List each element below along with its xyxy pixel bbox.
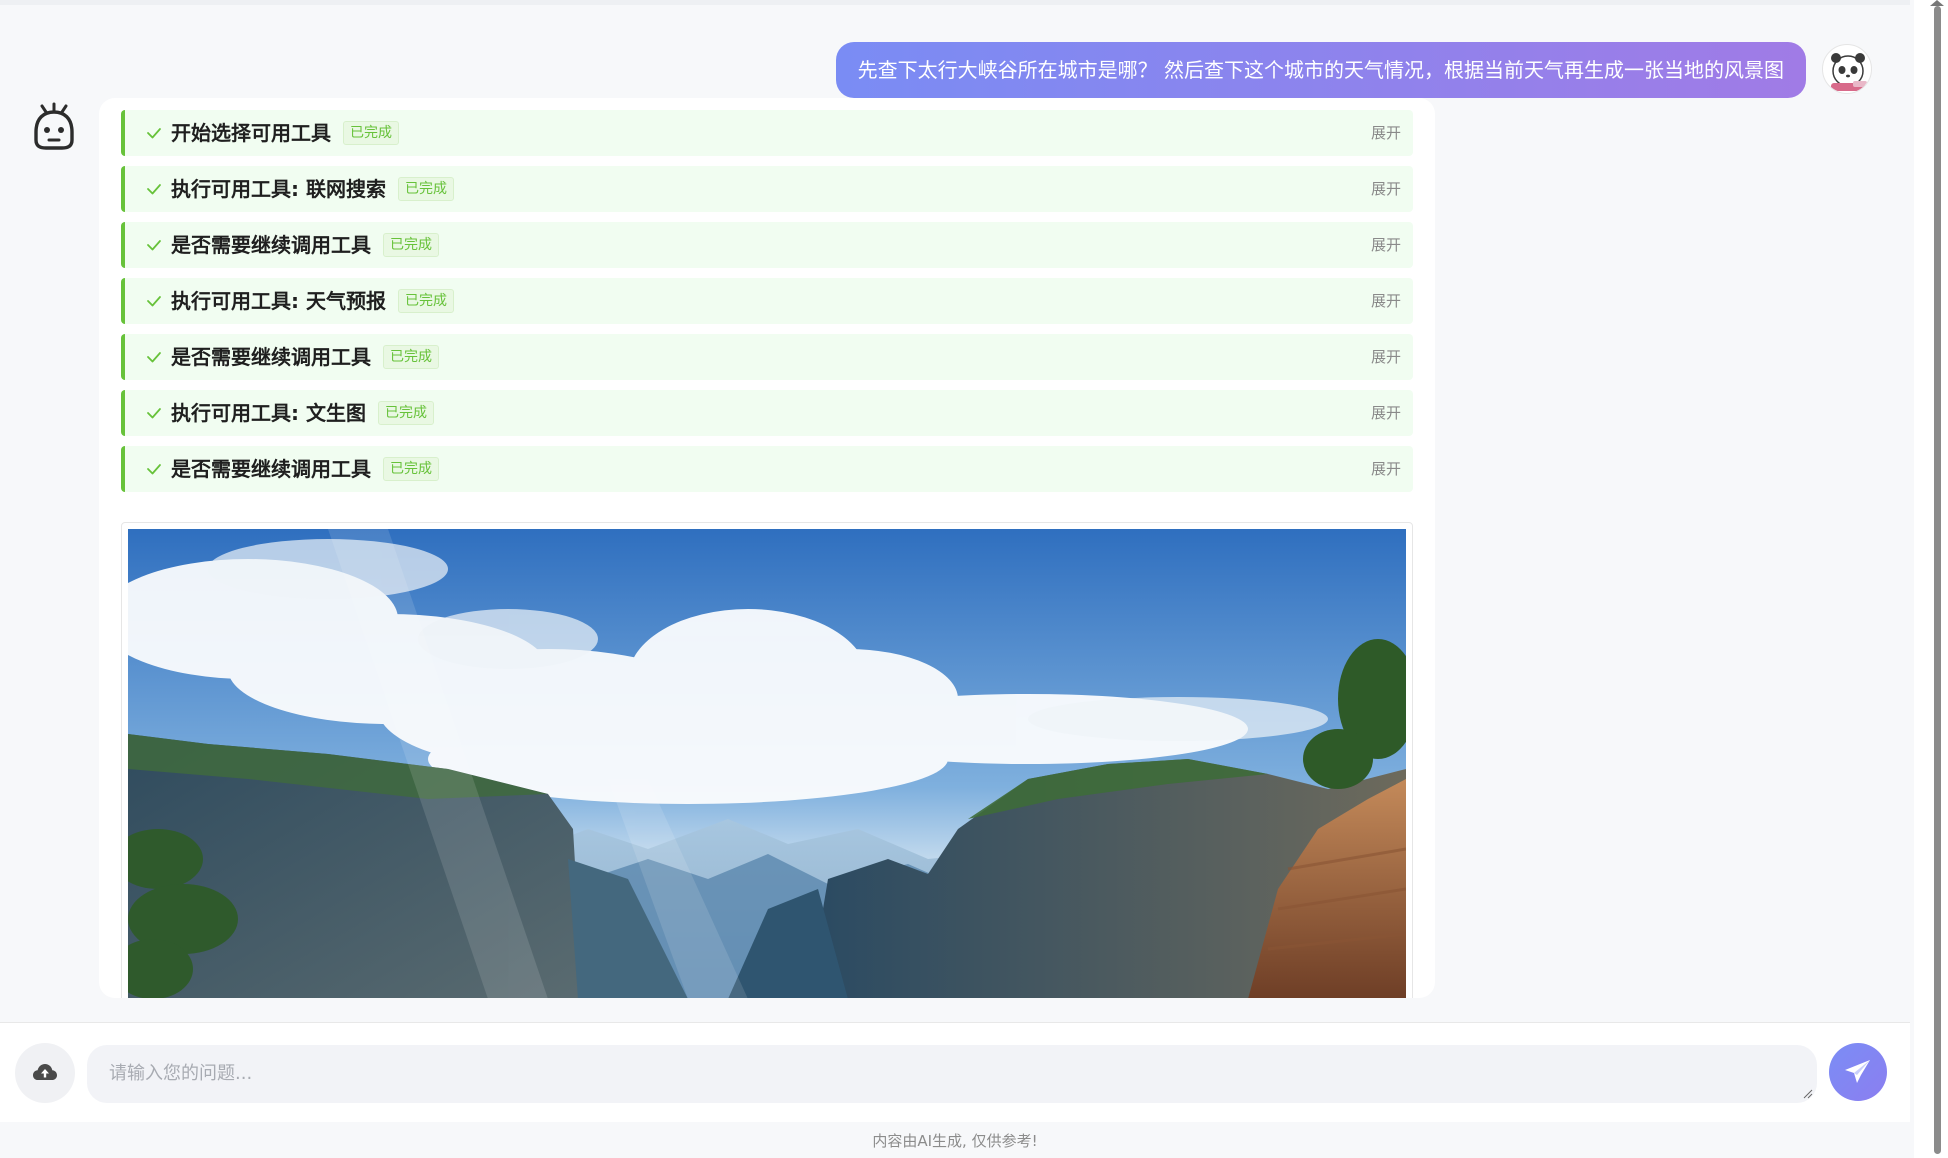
step-title-text: 是否需要继续调用工具 <box>171 457 371 481</box>
status-badge: 已完成 <box>397 288 454 313</box>
top-border <box>0 0 1910 5</box>
tool-steps-list: 开始选择可用工具 已完成 展开 执行可用工具: 联网搜索 已完成 展开 是否需要继续… <box>121 110 1413 502</box>
step-title: 是否需要继续调用工具 已完成 <box>171 222 439 268</box>
status-badge: 已完成 <box>343 120 399 145</box>
check-icon <box>147 240 161 251</box>
step-title-text: 执行可用工具: 文生图 <box>171 401 366 425</box>
check-icon <box>147 464 161 475</box>
chat-page: 先查下太行大峡谷所在城市是哪？ 然后查下这个城市的天气情况，根据当前天气再生成一… <box>0 0 1910 1158</box>
generated-landscape-image[interactable] <box>128 529 1406 998</box>
step-item[interactable]: 执行可用工具: 文生图 已完成 展开 <box>121 390 1413 436</box>
user-message-row: 先查下太行大峡谷所在城市是哪？ 然后查下这个城市的天气情况，根据当前天气再生成一… <box>0 38 1910 100</box>
expand-button[interactable]: 展开 <box>1371 222 1401 268</box>
generated-image-frame <box>121 522 1413 998</box>
status-badge: 已完成 <box>383 456 439 481</box>
footer-disclaimer: 内容由AI生成, 仅供参考! <box>872 1132 1038 1150</box>
user-message-bubble: 先查下太行大峡谷所在城市是哪？ 然后查下这个城市的天气情况，根据当前天气再生成一… <box>835 42 1806 98</box>
check-icon <box>147 408 161 419</box>
step-title: 执行可用工具: 天气预报 已完成 <box>171 278 454 324</box>
user-avatar <box>1822 44 1872 94</box>
expand-button[interactable]: 展开 <box>1371 166 1401 212</box>
expand-button[interactable]: 展开 <box>1371 110 1401 156</box>
step-title-text: 是否需要继续调用工具 <box>171 233 371 257</box>
question-input[interactable] <box>87 1045 1817 1103</box>
status-badge: 已完成 <box>377 400 434 425</box>
resize-grip-icon[interactable] <box>1803 1089 1813 1099</box>
check-icon <box>147 184 161 195</box>
step-item[interactable]: 是否需要继续调用工具 已完成 展开 <box>121 222 1413 268</box>
assistant-message-card: 开始选择可用工具 已完成 展开 执行可用工具: 联网搜索 已完成 展开 是否需要继续… <box>99 98 1435 998</box>
step-title: 执行可用工具: 文生图 已完成 <box>171 390 434 436</box>
upload-button[interactable] <box>15 1043 75 1103</box>
step-title-text: 执行可用工具: 联网搜索 <box>171 177 386 201</box>
check-icon <box>147 296 161 307</box>
status-badge: 已完成 <box>383 344 439 369</box>
step-title: 执行可用工具: 联网搜索 已完成 <box>171 166 454 212</box>
paper-plane-icon <box>1845 1060 1870 1083</box>
step-title: 开始选择可用工具 已完成 <box>171 110 399 156</box>
expand-button[interactable]: 展开 <box>1371 446 1401 492</box>
scrollbar-thumb[interactable] <box>1934 6 1941 1154</box>
step-title-text: 是否需要继续调用工具 <box>171 345 371 369</box>
step-item[interactable]: 是否需要继续调用工具 已完成 展开 <box>121 334 1413 380</box>
check-icon <box>147 352 161 363</box>
expand-button[interactable]: 展开 <box>1371 334 1401 380</box>
send-button[interactable] <box>1829 1043 1887 1101</box>
step-title: 是否需要继续调用工具 已完成 <box>171 334 439 380</box>
status-badge: 已完成 <box>383 232 439 257</box>
input-bar <box>0 1022 1910 1122</box>
step-item[interactable]: 执行可用工具: 联网搜索 已完成 展开 <box>121 166 1413 212</box>
expand-button[interactable]: 展开 <box>1371 278 1401 324</box>
step-item[interactable]: 执行可用工具: 天气预报 已完成 展开 <box>121 278 1413 324</box>
cloud-upload-icon <box>33 1064 57 1080</box>
robot-icon <box>28 98 80 154</box>
step-title-text: 开始选择可用工具 <box>171 121 331 145</box>
step-title: 是否需要继续调用工具 已完成 <box>171 446 439 492</box>
step-title-text: 执行可用工具: 天气预报 <box>171 289 386 313</box>
step-item[interactable]: 开始选择可用工具 已完成 展开 <box>121 110 1413 156</box>
step-item[interactable]: 是否需要继续调用工具 已完成 展开 <box>121 446 1413 492</box>
expand-button[interactable]: 展开 <box>1371 390 1401 436</box>
scrollbar-track[interactable] <box>1914 0 1948 1158</box>
check-icon <box>147 128 161 139</box>
status-badge: 已完成 <box>397 176 454 201</box>
